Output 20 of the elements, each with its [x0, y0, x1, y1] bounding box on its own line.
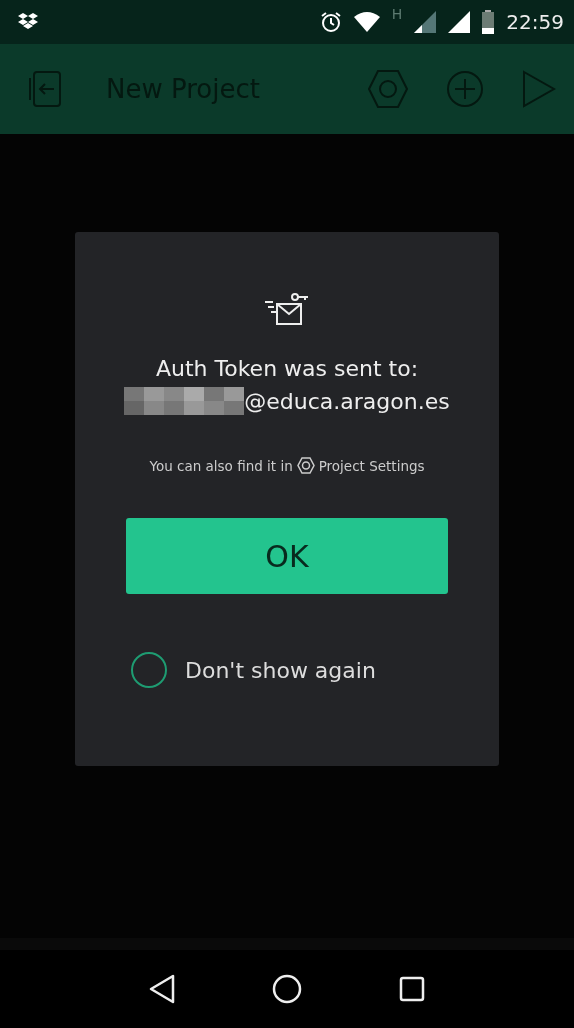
- signal-icon: [414, 11, 437, 33]
- email-address: @educa.aragon.es: [244, 388, 450, 414]
- battery-icon: [482, 10, 495, 34]
- home-icon[interactable]: [272, 974, 302, 1004]
- settings-icon: [296, 457, 315, 474]
- dialog-heading: Auth Token was sent to:: [155, 356, 419, 381]
- dropbox-icon: [18, 13, 38, 31]
- ok-button[interactable]: OK: [126, 518, 448, 594]
- dont-show-label: Don't show again: [185, 657, 376, 683]
- back-icon[interactable]: [148, 974, 175, 1004]
- clock-time: 22:59: [506, 10, 564, 34]
- network-type-label: H: [391, 6, 403, 22]
- wifi-icon: [353, 12, 380, 32]
- alarm-icon: [319, 11, 342, 33]
- dont-show-checkbox[interactable]: [131, 652, 167, 688]
- mail-key-icon: [265, 292, 309, 326]
- settings-link-text[interactable]: Project Settings: [318, 457, 425, 474]
- hint-text: You can also find it in: [149, 457, 293, 474]
- signal-icon: [448, 11, 471, 33]
- recents-icon[interactable]: [399, 976, 426, 1002]
